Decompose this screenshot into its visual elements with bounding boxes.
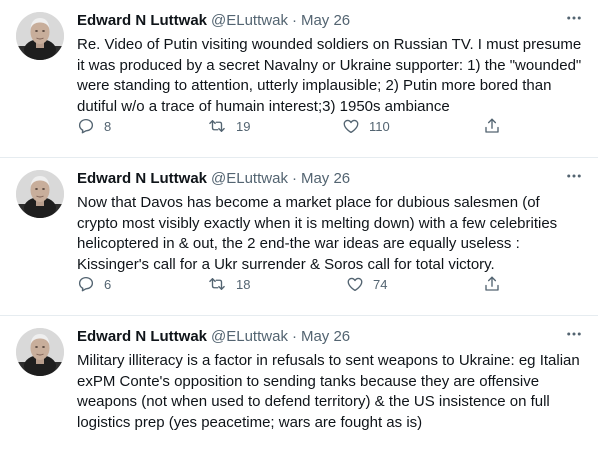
separator-dot: · <box>291 169 297 187</box>
share-button[interactable] <box>483 275 501 293</box>
tweet[interactable]: Edward N Luttwak @ELuttwak · May 26 Mili… <box>0 316 598 450</box>
tweet-content: Edward N Luttwak @ELuttwak · May 26 Re. … <box>77 10 582 117</box>
more-horizontal-icon <box>567 332 581 336</box>
tweet[interactable]: Edward N Luttwak @ELuttwak · May 26 Re. … <box>0 0 598 158</box>
retweet-icon <box>209 278 225 290</box>
author-name[interactable]: Edward N Luttwak <box>77 170 207 187</box>
share-button[interactable] <box>483 117 501 135</box>
like-button[interactable]: 74 <box>346 275 387 293</box>
like-count: 110 <box>369 118 390 134</box>
retweet-count: 18 <box>236 276 251 292</box>
separator-dot: · <box>291 11 297 29</box>
more-options-button[interactable] <box>562 166 586 186</box>
retweet-icon <box>209 120 225 132</box>
tweet-actions: 8 19 110 <box>77 117 507 137</box>
share-icon <box>485 118 499 133</box>
author-handle[interactable]: @ELuttwak <box>211 328 288 345</box>
reply-button[interactable]: 8 <box>77 117 111 135</box>
tweet-date[interactable]: May 26 <box>301 170 350 187</box>
tweet-date[interactable]: May 26 <box>301 328 350 345</box>
tweet-text: Military illiteracy is a factor in refus… <box>77 352 580 431</box>
tweet-header: Edward N Luttwak @ELuttwak · May 26 <box>77 10 582 30</box>
reply-icon <box>78 276 94 292</box>
tweet-content: Edward N Luttwak @ELuttwak · May 26 Mili… <box>77 326 582 433</box>
more-horizontal-icon <box>567 174 581 178</box>
heart-icon <box>347 277 363 292</box>
avatar[interactable] <box>16 12 64 60</box>
avatar[interactable] <box>16 170 64 218</box>
reply-count: 8 <box>104 118 112 134</box>
retweet-button[interactable]: 19 <box>207 117 250 135</box>
avatar[interactable] <box>16 328 64 376</box>
retweet-button[interactable]: 18 <box>207 275 250 293</box>
tweet-date[interactable]: May 26 <box>301 12 350 29</box>
heart-icon <box>343 119 359 134</box>
author-handle[interactable]: @ELuttwak <box>211 12 288 29</box>
tweet-text: Now that Davos has become a market place… <box>77 194 558 273</box>
author-handle[interactable]: @ELuttwak <box>211 170 288 187</box>
timeline: Edward N Luttwak @ELuttwak · May 26 Re. … <box>0 0 598 450</box>
share-icon <box>485 276 499 291</box>
author-name[interactable]: Edward N Luttwak <box>77 12 207 29</box>
tweet-actions: 6 18 74 <box>77 275 507 295</box>
tweet-header: Edward N Luttwak @ELuttwak · May 26 <box>77 168 582 188</box>
more-horizontal-icon <box>567 16 581 20</box>
author-name[interactable]: Edward N Luttwak <box>77 328 207 345</box>
more-options-button[interactable] <box>562 324 586 344</box>
reply-button[interactable]: 6 <box>77 275 111 293</box>
retweet-count: 19 <box>236 118 251 134</box>
reply-count: 6 <box>104 276 112 292</box>
like-count: 74 <box>373 276 388 292</box>
separator-dot: · <box>291 327 297 345</box>
like-button[interactable]: 110 <box>342 117 390 135</box>
tweet-text: Re. Video of Putin visiting wounded sold… <box>77 36 582 115</box>
tweet-content: Edward N Luttwak @ELuttwak · May 26 Now … <box>77 168 582 275</box>
tweet[interactable]: Edward N Luttwak @ELuttwak · May 26 Now … <box>0 158 598 316</box>
more-options-button[interactable] <box>562 8 586 28</box>
reply-icon <box>78 118 94 134</box>
tweet-header: Edward N Luttwak @ELuttwak · May 26 <box>77 326 582 346</box>
